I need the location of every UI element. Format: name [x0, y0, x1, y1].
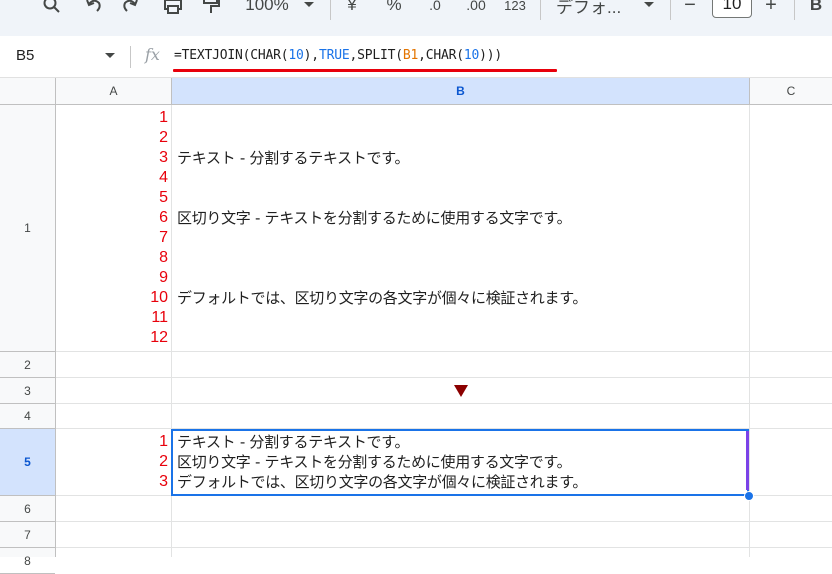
undo-icon[interactable]: [82, 0, 106, 18]
line-number: 12: [150, 329, 168, 346]
chevron-down-icon[interactable]: [302, 0, 316, 18]
line-number: 3: [159, 149, 168, 166]
number-format-button[interactable]: 123: [500, 0, 530, 18]
name-box[interactable]: B5: [16, 47, 34, 64]
formula-underline-annotation: [173, 69, 557, 72]
line-number: 10: [150, 289, 168, 306]
selection-edge: [746, 431, 749, 490]
line-number: 9: [159, 269, 168, 286]
down-arrow-icon: [454, 385, 468, 397]
row-header-8[interactable]: 8: [0, 548, 55, 574]
formula-input[interactable]: =TEXTJOIN(CHAR(10),TRUE,SPLIT(B1,CHAR(10…: [174, 48, 502, 63]
line-number: 1: [159, 433, 168, 450]
cell-line: 区切り文字 - テキストを分割するために使用する文字です。: [177, 209, 572, 227]
paint-format-icon[interactable]: [198, 0, 224, 18]
column-headers: A B C: [0, 78, 832, 105]
font-select[interactable]: デフォ...: [556, 0, 636, 18]
grid-line: [56, 547, 832, 548]
chevron-down-icon[interactable]: [642, 0, 656, 18]
line-number: 7: [159, 229, 168, 246]
grid-line: [56, 351, 832, 352]
formula-part: TRUE: [318, 48, 350, 63]
line-number: 8: [159, 249, 168, 266]
toolbar-divider: [794, 0, 795, 20]
row-header-6[interactable]: 6: [0, 496, 55, 522]
decrease-font-size-button[interactable]: −: [680, 0, 700, 18]
line-number: 6: [159, 209, 168, 226]
formula-part: ,SPLIT(: [349, 48, 403, 63]
row-header-1[interactable]: 1: [0, 105, 55, 352]
bold-button[interactable]: B: [806, 0, 826, 18]
cell-line: デフォルトでは、区切り文字の各文字が個々に検証されます。: [177, 289, 588, 307]
formula-part: 10: [463, 48, 480, 63]
formula-part: ),: [303, 48, 319, 63]
grid-line: [749, 105, 750, 557]
chevron-down-icon[interactable]: [105, 53, 115, 58]
select-all-corner[interactable]: [0, 78, 56, 104]
row-header-4[interactable]: 4: [0, 404, 55, 429]
increase-decimal-button[interactable]: .00: [460, 0, 492, 18]
line-number: 2: [159, 129, 168, 146]
print-icon[interactable]: [160, 0, 186, 18]
row-header-3[interactable]: 3: [0, 378, 55, 404]
grid-line: [56, 377, 832, 378]
decrease-decimal-button[interactable]: .0: [420, 0, 450, 18]
grid-line: [56, 521, 832, 522]
formula-part: B1: [402, 48, 419, 63]
row-header-2[interactable]: 2: [0, 352, 55, 378]
zoom-value[interactable]: 100%: [240, 0, 294, 18]
row-headers: 1 2 3 4 5 6 7 8: [0, 105, 56, 574]
line-number: 11: [151, 309, 168, 326]
column-header-c[interactable]: C: [750, 78, 832, 104]
line-number: 1: [159, 109, 168, 126]
toolbar-divider: [540, 0, 541, 20]
grid-line: [56, 403, 832, 404]
line-number: 4: [159, 169, 168, 186]
currency-format-button[interactable]: ¥: [340, 0, 364, 18]
font-size-input[interactable]: 10: [712, 0, 752, 18]
percent-format-button[interactable]: %: [382, 0, 406, 18]
formula-part: ))): [479, 48, 503, 63]
toolbar-divider: [670, 0, 671, 20]
formula-part: 10: [288, 48, 304, 63]
line-number: 3: [159, 473, 168, 490]
cell-line: テキスト - 分割するテキストです。: [177, 149, 410, 167]
column-header-b[interactable]: B: [172, 78, 750, 104]
toolbar: 100% ¥ % .0 .00 123 デフォ... − 10 + B: [0, 0, 832, 36]
formula-part: =TEXTJOIN(CHAR(: [174, 48, 289, 63]
increase-font-size-button[interactable]: +: [760, 0, 782, 18]
formula-part: ,CHAR(: [418, 48, 464, 63]
formula-bar-divider: [130, 46, 131, 68]
search-icon[interactable]: [40, 0, 64, 18]
line-number: 5: [159, 189, 168, 206]
fx-icon: fx: [145, 45, 160, 64]
row-header-5[interactable]: 5: [0, 429, 55, 496]
toolbar-divider: [330, 0, 331, 20]
selection-border: [171, 429, 749, 496]
column-header-a[interactable]: A: [56, 78, 172, 104]
fill-handle[interactable]: [744, 491, 754, 501]
line-number: 2: [159, 453, 168, 470]
row-header-7[interactable]: 7: [0, 522, 55, 548]
formula-bar: B5 fx =TEXTJOIN(CHAR(10),TRUE,SPLIT(B1,C…: [0, 38, 832, 78]
redo-icon[interactable]: [118, 0, 142, 18]
